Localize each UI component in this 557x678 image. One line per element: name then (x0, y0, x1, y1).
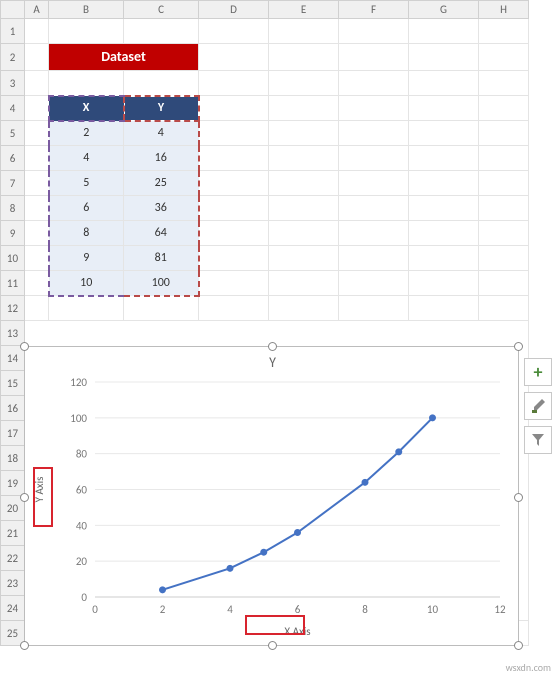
filter-icon (531, 433, 545, 447)
brush-icon (530, 398, 546, 414)
table-cell[interactable]: 10 (49, 271, 124, 296)
svg-text:8: 8 (362, 603, 368, 616)
line-chart: Y020406080100120024681012X AxisY Axis (25, 347, 520, 647)
table-cell[interactable]: 6 (49, 196, 124, 221)
svg-text:0: 0 (92, 603, 98, 616)
table-cell[interactable]: 4 (49, 146, 124, 171)
svg-text:Y: Y (269, 354, 276, 371)
table-cell[interactable]: 2 (49, 121, 124, 146)
svg-text:2: 2 (160, 603, 166, 616)
table-cell[interactable]: 64 (124, 221, 199, 246)
table-cell[interactable]: 16 (124, 146, 199, 171)
highlight-x-axis (245, 615, 305, 635)
chart-object[interactable]: Y020406080100120024681012X AxisY Axis (24, 346, 519, 646)
table-cell[interactable]: 9 (49, 246, 124, 271)
table-cell[interactable]: 25 (124, 171, 199, 196)
svg-text:4: 4 (227, 603, 233, 616)
table-header-x[interactable]: X (49, 96, 124, 121)
table-cell[interactable]: 5 (49, 171, 124, 196)
table-cell[interactable]: 100 (124, 271, 199, 296)
watermark: wsxdn.com (506, 661, 551, 674)
highlight-y-axis (33, 467, 53, 527)
svg-text:10: 10 (427, 603, 439, 616)
table-cell[interactable]: 36 (124, 196, 199, 221)
svg-text:20: 20 (76, 555, 88, 568)
chart-styles-button[interactable] (524, 392, 552, 420)
table-cell[interactable]: 8 (49, 221, 124, 246)
svg-text:0: 0 (81, 591, 87, 604)
dataset-title: Dataset (49, 44, 199, 71)
column-header-row: ABCDEFGH (1, 1, 529, 19)
chart-toolbar: + (524, 358, 552, 460)
plus-icon: + (534, 361, 543, 383)
svg-text:40: 40 (76, 519, 88, 532)
svg-text:60: 60 (76, 484, 88, 497)
chart-elements-button[interactable]: + (524, 358, 552, 386)
table-cell[interactable]: 81 (124, 246, 199, 271)
table-header-y[interactable]: Y (124, 96, 199, 121)
svg-text:120: 120 (70, 376, 87, 389)
svg-text:80: 80 (76, 448, 88, 461)
table-cell[interactable]: 4 (124, 121, 199, 146)
chart-filter-button[interactable] (524, 426, 552, 454)
svg-text:100: 100 (70, 412, 87, 425)
svg-text:12: 12 (494, 603, 506, 616)
